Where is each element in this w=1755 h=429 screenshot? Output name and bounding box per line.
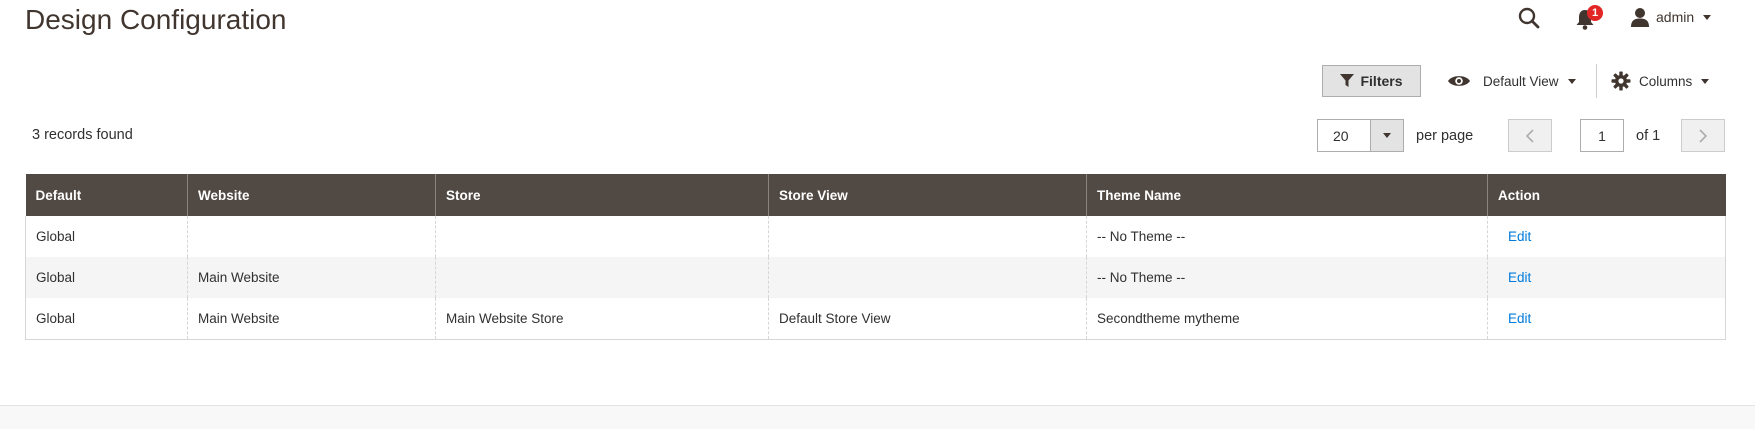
edit-link[interactable]: Edit <box>1508 311 1531 326</box>
cell-store <box>435 216 769 257</box>
per-page-dropdown-button[interactable] <box>1370 120 1403 151</box>
cell-website: Main Website <box>187 257 436 298</box>
cell-store-view <box>768 257 1087 298</box>
gear-icon <box>1611 71 1631 91</box>
cell-theme-name: -- No Theme -- <box>1086 257 1488 298</box>
cell-theme-name: Secondtheme mytheme <box>1086 298 1488 340</box>
search-icon <box>1518 7 1540 29</box>
table-row: Global Main Website -- No Theme -- Edit <box>25 257 1726 298</box>
cell-action: Edit <box>1487 298 1726 340</box>
chevron-down-icon <box>1701 78 1710 84</box>
page-title: Design Configuration <box>25 4 287 35</box>
column-header-website[interactable]: Website <box>187 174 436 216</box>
chevron-down-icon <box>1567 78 1576 84</box>
page-footer-band <box>0 405 1755 429</box>
cell-action: Edit <box>1487 257 1726 298</box>
columns-button[interactable]: Columns <box>1611 65 1710 97</box>
column-header-theme-name[interactable]: Theme Name <box>1086 174 1488 216</box>
edit-link[interactable]: Edit <box>1508 229 1531 244</box>
view-label: Default View <box>1483 73 1559 89</box>
cell-store <box>435 257 769 298</box>
cell-default: Global <box>25 298 188 340</box>
cell-store-view <box>768 216 1087 257</box>
cell-website <box>187 216 436 257</box>
filters-label: Filters <box>1360 73 1403 89</box>
column-header-store-view[interactable]: Store View <box>768 174 1087 216</box>
next-page-button[interactable] <box>1681 119 1725 152</box>
column-header-action: Action <box>1487 174 1726 216</box>
toolbar-divider <box>1596 64 1597 98</box>
eye-icon <box>1448 76 1470 86</box>
previous-page-button[interactable] <box>1508 119 1552 152</box>
notifications-button[interactable]: 1 <box>1572 5 1604 32</box>
records-found: 3 records found <box>32 127 133 143</box>
total-pages: of 1 <box>1636 128 1661 144</box>
per-page-select[interactable]: 20 <box>1317 119 1404 152</box>
cell-action: Edit <box>1488 216 1726 257</box>
per-page-label: per page <box>1416 128 1474 144</box>
table-row: Global Main Website Main Website Store D… <box>25 298 1726 340</box>
chevron-down-icon <box>1703 14 1712 20</box>
user-name: admin <box>1656 9 1695 25</box>
filter-icon <box>1340 74 1355 87</box>
filters-button[interactable]: Filters <box>1322 65 1421 97</box>
table-row: Global -- No Theme -- Edit <box>25 216 1726 257</box>
global-search-button[interactable] <box>1517 6 1547 32</box>
columns-label: Columns <box>1639 73 1693 89</box>
user-icon <box>1631 8 1649 27</box>
chevron-left-icon <box>1525 128 1534 143</box>
cell-store-view: Default Store View <box>768 298 1087 340</box>
cell-website: Main Website <box>187 298 436 340</box>
column-header-default[interactable]: Default <box>25 174 188 216</box>
cell-default: Global <box>25 216 188 257</box>
cell-theme-name: -- No Theme -- <box>1086 216 1488 257</box>
user-account-menu[interactable]: admin <box>1630 4 1712 30</box>
design-config-grid: Default Website Store Store View Theme N… <box>25 174 1726 340</box>
column-header-store[interactable]: Store <box>435 174 769 216</box>
notifications-count-badge: 1 <box>1587 5 1603 21</box>
chevron-down-icon <box>1383 133 1391 138</box>
edit-link[interactable]: Edit <box>1508 270 1531 285</box>
grid-header-row: Default Website Store Store View Theme N… <box>25 174 1726 216</box>
current-page-input[interactable] <box>1580 119 1624 152</box>
cell-store: Main Website Store <box>435 298 769 340</box>
chevron-right-icon <box>1699 128 1708 143</box>
design-configuration-page: Design Configuration 1 admin Filters Def… <box>0 0 1755 429</box>
view-switcher[interactable]: Default View <box>1447 65 1576 97</box>
cell-default: Global <box>25 257 188 298</box>
per-page-value: 20 <box>1333 127 1349 144</box>
